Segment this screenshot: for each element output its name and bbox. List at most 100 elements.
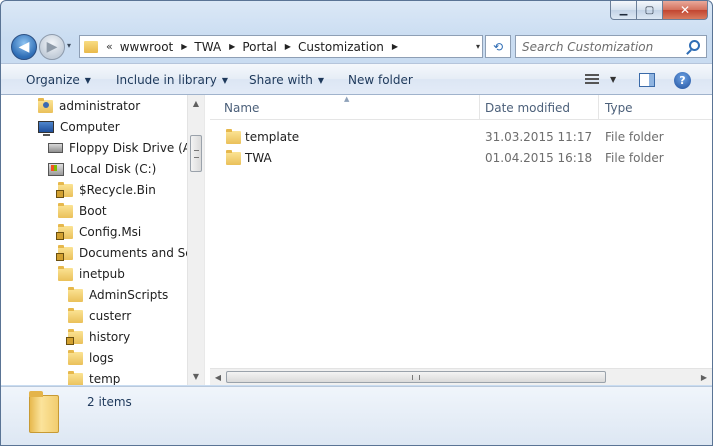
file-name: TWA [245, 151, 272, 165]
scrollbar-thumb[interactable] [226, 371, 606, 383]
minimize-button[interactable]: ▁ [610, 1, 637, 20]
address-bar[interactable]: « wwwroot ▶ TWA ▶ Portal ▶ Customization… [79, 35, 483, 58]
file-row[interactable]: template 31.03.2015 11:17 File folder [210, 127, 712, 148]
tree-item-boot[interactable]: Boot [58, 201, 107, 221]
column-header-date-modified[interactable]: Date modified [485, 95, 599, 120]
navigation-bar: ◀ ▶ ▾ « wwwroot ▶ TWA ▶ Portal ▶ Customi… [7, 32, 708, 60]
caption-buttons: ▁ ▢ ✕ [610, 1, 708, 20]
tree-item-administrator[interactable]: administrator [38, 96, 140, 116]
tree-item-label: Computer [60, 120, 120, 134]
tree-item-label: inetpub [79, 267, 125, 281]
folder-icon [68, 307, 83, 323]
tree-item-custerr[interactable]: custerr [68, 306, 131, 326]
folder-icon [68, 286, 83, 302]
dropdown-arrow-icon: ▼ [221, 76, 229, 85]
locked-folder-icon [56, 181, 73, 198]
tree-item-label: Documents and Sett [79, 246, 203, 260]
tree-item-history[interactable]: history [66, 327, 131, 347]
forward-button[interactable]: ▶ [39, 34, 65, 60]
scrollbar-thumb[interactable] [190, 135, 202, 172]
file-type: File folder [605, 130, 664, 144]
address-overflow-chevron[interactable]: « [106, 40, 113, 53]
maximize-button[interactable]: ▢ [637, 1, 663, 20]
breadcrumb-separator-icon[interactable]: ▶ [285, 42, 291, 51]
breadcrumb-portal[interactable]: Portal [242, 40, 276, 54]
help-icon[interactable]: ? [674, 72, 691, 89]
file-type: File folder [605, 151, 664, 165]
dropdown-arrow-icon: ▼ [317, 76, 325, 85]
computer-icon [38, 121, 54, 136]
scroll-right-icon[interactable]: ▶ [696, 369, 712, 385]
tree-item-computer[interactable]: Computer [38, 117, 120, 137]
change-view-icon[interactable] [585, 74, 599, 86]
include-in-library-label: Include in library [116, 73, 217, 87]
breadcrumb-customization[interactable]: Customization [298, 40, 384, 54]
floppy-icon [48, 143, 63, 153]
tree-item-label: history [89, 330, 131, 344]
tree-item-label: AdminScripts [89, 288, 169, 302]
navigation-pane-scrollbar[interactable]: ▲ ▼ [187, 95, 204, 385]
search-icon[interactable] [689, 40, 700, 51]
breadcrumb-separator-icon[interactable]: ▶ [229, 42, 235, 51]
breadcrumb-wwwroot[interactable]: wwwroot [120, 40, 174, 54]
share-with-label: Share with [249, 73, 313, 87]
command-bar: Organize ▼ Include in library ▼ Share with… [1, 63, 712, 95]
tree-item-config-msi[interactable]: Config.Msi [56, 222, 142, 242]
new-folder-button[interactable]: New folder [348, 73, 413, 87]
tree-item-label: custerr [89, 309, 132, 323]
user-folder-icon [38, 97, 53, 113]
tree-item-label: Config.Msi [79, 225, 142, 239]
scroll-down-icon[interactable]: ▼ [188, 368, 204, 385]
tree-item-label: Boot [79, 204, 107, 218]
folder-icon [68, 349, 83, 365]
tree-item-inetpub[interactable]: inetpub [58, 264, 125, 284]
file-date-modified: 01.04.2015 16:18 [485, 151, 593, 165]
refresh-icon: ⟲ [492, 39, 504, 54]
tree-item-recycle-bin[interactable]: $Recycle.Bin [56, 180, 156, 200]
close-button[interactable]: ✕ [663, 1, 708, 20]
breadcrumb-separator-icon[interactable]: ▶ [181, 42, 187, 51]
title-bar[interactable]: ▁ ▢ ✕ [1, 1, 712, 29]
column-header-name[interactable]: Name [224, 95, 479, 120]
column-header-type[interactable]: Type [605, 95, 705, 120]
scroll-left-icon[interactable]: ◀ [210, 369, 226, 385]
scroll-up-icon[interactable]: ▲ [188, 95, 204, 112]
tree-item-temp[interactable]: temp [68, 369, 120, 385]
back-button[interactable]: ◀ [11, 34, 37, 60]
column-header-label: Date modified [485, 100, 571, 115]
item-count: 2 items [87, 395, 132, 409]
tree-item-logs[interactable]: logs [68, 348, 114, 368]
disk-icon [48, 162, 64, 176]
organize-label: Organize [26, 73, 80, 87]
details-pane: 2 items [1, 386, 712, 445]
file-list-scrollbar[interactable]: ◀ ▶ [210, 368, 712, 385]
column-divider[interactable] [598, 95, 599, 120]
column-headers: ▲ Name Date modified Type [210, 95, 712, 120]
tree-item-label: temp [89, 372, 121, 385]
search-placeholder: Search Customization [522, 39, 654, 54]
search-input[interactable]: Search Customization [515, 35, 707, 58]
share-with-button[interactable]: Share with ▼ [249, 73, 324, 87]
breadcrumb-twa[interactable]: TWA [194, 40, 221, 54]
recent-pages-dropdown[interactable]: ▾ [67, 41, 71, 50]
address-dropdown-icon[interactable]: ▾ [476, 42, 480, 51]
breadcrumb-separator-icon[interactable]: ▶ [392, 42, 398, 51]
include-in-library-button[interactable]: Include in library ▼ [116, 73, 228, 87]
tree-item-label: Local Disk (C:) [70, 162, 157, 176]
file-name: template [245, 130, 300, 144]
locked-folder-icon [66, 328, 83, 345]
folder-icon [29, 391, 59, 433]
refresh-button[interactable]: ⟲ [485, 35, 511, 58]
file-row[interactable]: TWA 01.04.2015 16:18 File folder [210, 148, 712, 169]
organize-button[interactable]: Organize ▼ [26, 73, 91, 87]
tree-item-local-disk[interactable]: Local Disk (C:) [48, 159, 156, 179]
folder-icon [58, 202, 73, 218]
tree-item-adminscripts[interactable]: AdminScripts [68, 285, 168, 305]
preview-pane-icon[interactable] [639, 73, 655, 87]
tree-item-floppy-drive[interactable]: Floppy Disk Drive (A:) [48, 138, 200, 158]
tree-item-documents-and-settings[interactable]: Documents and Sett [56, 243, 203, 263]
column-header-label: Name [224, 100, 260, 115]
file-list: ▲ Name Date modified Type template 31.03… [210, 95, 712, 385]
column-divider[interactable] [479, 95, 480, 120]
view-options-dropdown-icon[interactable]: ▼ [610, 75, 616, 84]
